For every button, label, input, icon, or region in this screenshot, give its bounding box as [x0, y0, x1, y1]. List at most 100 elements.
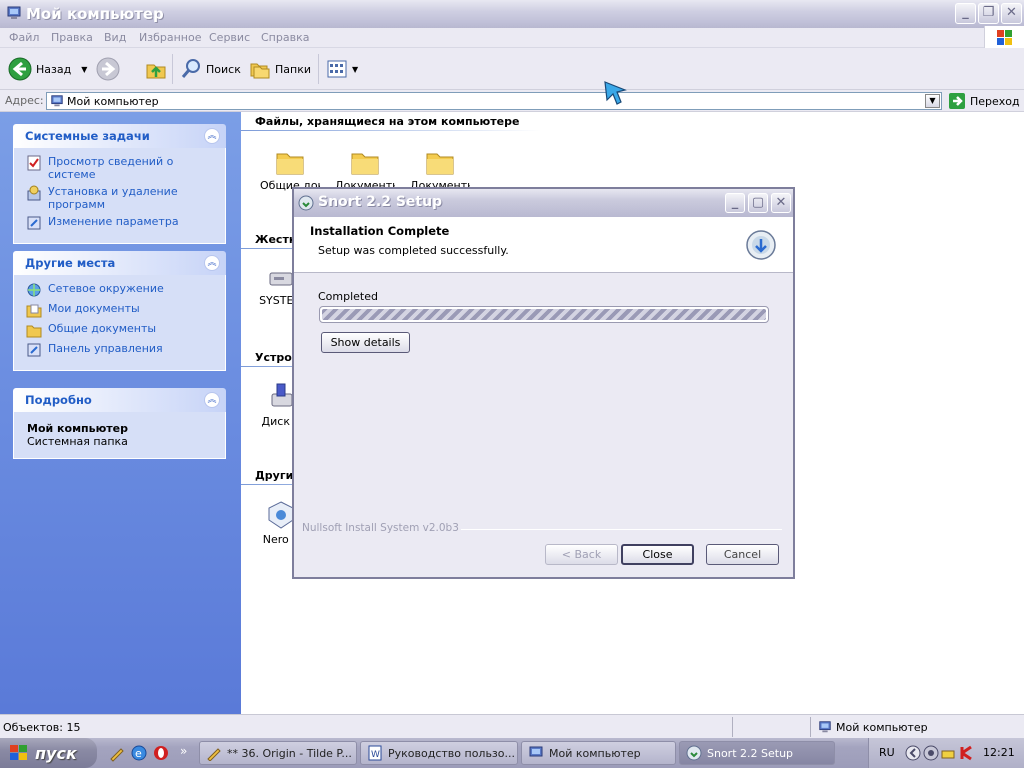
internet-explorer-icon[interactable]: e — [130, 744, 148, 762]
start-button[interactable]: пуск — [0, 738, 97, 768]
language-indicator[interactable]: RU — [879, 746, 895, 759]
go-arrow-icon — [949, 93, 965, 109]
folder-item[interactable]: Документы — [335, 148, 395, 192]
setup-title-bar[interactable]: Snort 2.2 Setup _ ▢ ✕ — [294, 189, 793, 217]
collapse-chevron-icon[interactable]: ︽ — [204, 392, 220, 408]
folder-icon — [26, 325, 42, 338]
setup-minimize-button[interactable]: _ — [725, 193, 745, 213]
other-places-header[interactable]: Другие места ︽ — [13, 251, 226, 275]
collapse-chevron-icon[interactable]: ︽ — [204, 128, 220, 144]
go-label: Переход — [970, 94, 1020, 108]
nsis-branding: Nullsoft Install System v2.0b3 — [302, 522, 461, 534]
toolbar-separator — [172, 54, 173, 84]
control-panel-icon — [27, 216, 41, 230]
menu-tools[interactable]: Сервис — [209, 31, 250, 44]
taskbar-item-origin[interactable]: ** 36. Origin - Tilde P... — [199, 741, 357, 765]
details-header[interactable]: Подробно ︽ — [13, 388, 226, 412]
back-button[interactable]: Назад ▼ — [8, 55, 87, 83]
system-tasks-panel: Системные задачи ︽ Просмотр сведений о с… — [13, 124, 226, 244]
setup-subheading: Setup was completed successfully. — [318, 244, 509, 257]
group-devices-heading: Устро — [255, 351, 292, 364]
place-my-documents[interactable]: Мои документы — [26, 302, 215, 318]
progress-bar — [319, 306, 769, 323]
forward-button[interactable] — [96, 55, 120, 83]
cancel-setup-button[interactable]: Cancel — [706, 544, 779, 565]
quicklaunch-more-icon[interactable]: » — [180, 744, 187, 758]
task-view-system-info[interactable]: Просмотр сведений о системе — [26, 155, 215, 181]
menu-file[interactable]: Файл — [9, 31, 39, 44]
collapse-chevron-icon[interactable]: ︽ — [204, 255, 220, 271]
back-setup-button[interactable]: < Back — [545, 544, 618, 565]
tray-back-icon[interactable] — [905, 745, 921, 761]
views-button[interactable]: ▼ — [326, 55, 358, 83]
start-label: пуск — [35, 743, 77, 763]
setup-dialog: Snort 2.2 Setup _ ▢ ✕ Installation Compl… — [292, 187, 795, 579]
folders-button[interactable]: Папки — [249, 55, 311, 83]
tray-keyboard-icon[interactable] — [941, 747, 955, 761]
svg-text:e: e — [135, 747, 142, 760]
task-add-remove-programs[interactable]: Установка и удаление программ — [26, 185, 215, 211]
computer-icon — [51, 95, 63, 107]
folder-icon — [426, 153, 454, 175]
group-divider — [241, 130, 541, 131]
up-folder-button[interactable] — [144, 55, 168, 83]
menu-view[interactable]: Вид — [104, 31, 126, 44]
setup-title: Snort 2.2 Setup — [318, 194, 443, 210]
maximize-button[interactable]: ❐ — [978, 3, 999, 24]
minimize-button[interactable]: _ — [955, 3, 976, 24]
clock: 12:21 — [983, 746, 1015, 759]
menu-edit[interactable]: Правка — [51, 31, 93, 44]
place-shared-documents[interactable]: Общие документы — [26, 322, 215, 338]
details-title: Подробно — [25, 393, 92, 407]
taskbar-item-my-computer[interactable]: Мой компьютер — [521, 741, 676, 765]
address-label: Адрес: — [5, 94, 44, 107]
status-location: Мой компьютер — [818, 720, 928, 734]
menu-help[interactable]: Справка — [261, 31, 309, 44]
kaspersky-icon[interactable] — [959, 745, 975, 761]
place-network[interactable]: Сетевое окружение — [26, 282, 215, 298]
task-pane: Системные задачи ︽ Просмотр сведений о с… — [0, 112, 241, 714]
computer-icon — [529, 746, 543, 757]
snort-icon — [686, 745, 702, 761]
address-input[interactable]: Мой компьютер ▼ — [46, 92, 942, 110]
explorer-title: Мой компьютер — [26, 5, 164, 23]
word-document-icon: W — [368, 745, 382, 761]
go-button[interactable]: Переход — [948, 92, 1020, 110]
status-objects: Объектов: 15 — [3, 721, 81, 734]
folder-icon — [276, 153, 304, 175]
status-bar: Объектов: 15 Мой компьютер — [0, 714, 1024, 738]
setup-maximize-button[interactable]: ▢ — [748, 193, 768, 213]
tray-speaker-icon[interactable] — [923, 745, 939, 761]
computer-icon — [7, 6, 21, 19]
toolbar: Назад ▼ Поиск Папки ▼ — [0, 48, 1024, 90]
other-places-panel: Другие места ︽ Сетевое окружение Мои док… — [13, 251, 226, 371]
windows-logo — [984, 26, 1024, 50]
folders-icon — [250, 63, 270, 79]
group-files-heading: Файлы, хранящиеся на этом компьютере — [255, 115, 520, 128]
folder-item[interactable]: Документы — [410, 148, 470, 192]
place-control-panel[interactable]: Панель управления — [26, 342, 215, 358]
details-desc: Системная папка — [27, 435, 128, 448]
address-dropdown-button[interactable]: ▼ — [925, 94, 940, 108]
explorer-title-bar[interactable]: Мой компьютер _ ❐ ✕ — [0, 0, 1024, 28]
menu-favorites[interactable]: Избранное — [139, 31, 201, 44]
address-bar: Адрес: Мой компьютер ▼ Переход — [0, 90, 1024, 112]
forward-arrow-icon — [96, 57, 120, 81]
system-tasks-header[interactable]: Системные задачи ︽ — [13, 124, 226, 148]
opera-icon[interactable] — [152, 744, 170, 762]
close-setup-button[interactable]: Close — [621, 544, 694, 565]
show-details-button[interactable]: Show details — [321, 332, 410, 353]
add-remove-icon — [27, 185, 41, 201]
taskbar-item-word[interactable]: W Руководство пользо... — [360, 741, 518, 765]
close-button[interactable]: ✕ — [1001, 3, 1022, 24]
quicklaunch-pencil-icon[interactable] — [108, 744, 126, 762]
task-change-setting[interactable]: Изменение параметра — [26, 215, 215, 231]
setup-close-x-button[interactable]: ✕ — [771, 193, 791, 213]
search-button[interactable]: Поиск — [180, 55, 241, 83]
folder-item[interactable]: Общие доку — [260, 148, 320, 192]
back-arrow-icon — [8, 57, 32, 81]
views-dropdown-icon: ▼ — [352, 64, 359, 74]
my-documents-icon — [26, 304, 42, 318]
back-dropdown-icon[interactable]: ▼ — [81, 65, 87, 74]
taskbar-item-snort-setup[interactable]: Snort 2.2 Setup — [679, 741, 835, 765]
